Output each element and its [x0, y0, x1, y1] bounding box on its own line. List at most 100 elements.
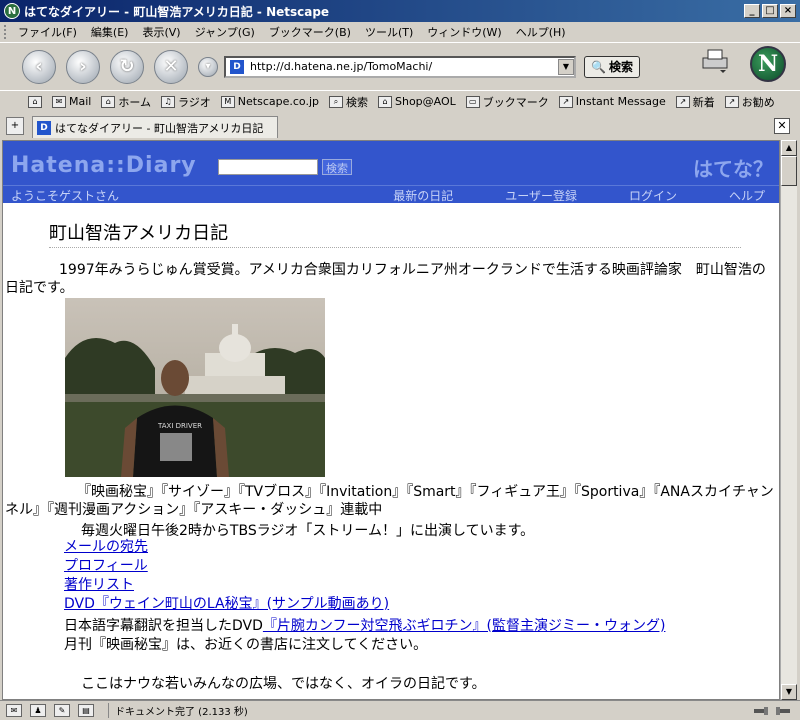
- tab-hatena-diary[interactable]: D はてなダイアリー - 町山智浩アメリカ日記: [32, 116, 278, 138]
- pbar-new[interactable]: ↗ 新着: [675, 94, 715, 110]
- shirt-print-text: TAXI DRIVER: [157, 422, 202, 430]
- close-window-button[interactable]: ×: [780, 4, 796, 18]
- pbar-shop[interactable]: ⌂ Shop@AOL: [378, 95, 456, 108]
- print-icon[interactable]: [700, 48, 730, 74]
- url-history-button[interactable]: ▾: [198, 56, 218, 77]
- headphones-icon: ♫: [161, 95, 176, 108]
- profile-photo: TAXI DRIVER: [65, 298, 325, 477]
- pbar-bookmarks[interactable]: ▭ ブックマーク: [465, 94, 549, 110]
- bookmark-link-icon: ↗: [675, 95, 690, 108]
- netscape-throbber-logo[interactable]: N: [750, 46, 786, 82]
- vertical-scrollbar[interactable]: ▲ ▼: [780, 140, 797, 700]
- home-tab-icon[interactable]: ⌂: [28, 95, 42, 108]
- tab-label: はてなダイアリー - 町山智浩アメリカ日記: [55, 121, 264, 135]
- bookmark-link-icon: ↗: [724, 95, 739, 108]
- status-mail-icon[interactable]: ✉: [6, 704, 22, 717]
- toolbar-grip[interactable]: [4, 25, 10, 39]
- publications-text: 『映画秘宝』『サイゾー』『TVブロス』『Invitation』『Smart』『フ…: [5, 484, 774, 518]
- search-icon: ⌕: [329, 95, 343, 108]
- hatena-search-button[interactable]: 検索: [322, 159, 352, 175]
- menu-file[interactable]: ファイル(F): [18, 24, 77, 40]
- menu-edit[interactable]: 編集(E): [91, 24, 129, 40]
- url-dropdown-icon[interactable]: ▼: [558, 58, 574, 75]
- bookmark-link-icon: ↗: [558, 95, 573, 108]
- status-text: ドキュメント完了 (2.133 秒): [108, 703, 248, 718]
- url-text[interactable]: http://d.hatena.ne.jp/TomoMachi/: [250, 60, 432, 73]
- title-divider: [49, 247, 741, 248]
- my-netscape-icon: M: [220, 95, 235, 108]
- pbar-instant-message[interactable]: ↗ Instant Message: [558, 95, 666, 108]
- dvd-prefix-text: 日本語字幕翻訳を担当したDVD: [64, 618, 263, 634]
- tab-bar: + D はてなダイアリー - 町山智浩アメリカ日記: [0, 114, 800, 138]
- personal-toolbar: ⌂ ✉ Mail ⌂ ホーム ♫ ラジオ M Netscape.co.jp ⌕ 検索 ⌂ S…: [0, 90, 800, 112]
- new-tab-icon[interactable]: +: [6, 117, 24, 135]
- menu-view[interactable]: 表示(V): [142, 24, 180, 40]
- profile-link[interactable]: プロフィール: [64, 557, 389, 576]
- status-aim-icon[interactable]: ♟: [30, 704, 46, 717]
- dvd-la-hihou-link[interactable]: DVD『ウェイン町山のLA秘宝』(サンプル動画あり): [64, 595, 389, 614]
- stop-button[interactable]: ✕: [154, 49, 188, 84]
- menu-go[interactable]: ジャンプ(G): [195, 24, 255, 40]
- pbar-mail[interactable]: ✉ Mail: [52, 95, 91, 108]
- tab-favicon-icon: D: [37, 120, 51, 135]
- house-icon: ⌂: [101, 95, 116, 108]
- hatena-search-input[interactable]: [218, 159, 318, 175]
- menu-bookmarks[interactable]: ブックマーク(B): [269, 24, 351, 40]
- pbar-recommend[interactable]: ↗ お勧め: [724, 94, 775, 110]
- login-link[interactable]: ログイン: [629, 187, 677, 204]
- user-register-link[interactable]: ユーザー登録: [505, 187, 577, 204]
- back-arrow-icon: ‹: [35, 56, 43, 77]
- mail-address-link[interactable]: メールの宛先: [64, 538, 389, 557]
- scroll-thumb[interactable]: [781, 156, 797, 186]
- reload-icon: ↻: [119, 56, 135, 77]
- dvd-subtitle-line: 日本語字幕翻訳を担当したDVD『片腕カンフー対空飛ぶギロチン』(監督主演ジミー・…: [64, 615, 665, 635]
- hatena-subbar: ようこそゲストさん 最新の日記 ユーザー登録 ログイン ヘルプ: [3, 185, 779, 203]
- pbar-radio[interactable]: ♫ ラジオ: [161, 94, 211, 110]
- monthly-magazine-text: 月刊『映画秘宝』は、お近くの書店に注文してください。: [64, 637, 428, 653]
- menu-window[interactable]: ウィンドウ(W): [427, 24, 501, 40]
- welcome-text: ようこそゲストさん: [11, 189, 120, 203]
- stop-icon: ✕: [163, 56, 179, 77]
- menu-tools[interactable]: ツール(T): [365, 24, 413, 40]
- menu-help[interactable]: ヘルプ(H): [516, 24, 566, 40]
- status-composer-icon[interactable]: ✎: [54, 704, 70, 717]
- chevron-down-icon: ▾: [205, 61, 211, 72]
- back-button[interactable]: ‹: [22, 49, 56, 84]
- status-bar: ✉ ♟ ✎ ▤ ドキュメント完了 (2.133 秒): [0, 700, 800, 720]
- shop-icon: ⌂: [378, 95, 392, 108]
- scroll-up-icon[interactable]: ▲: [781, 140, 797, 156]
- hatena-header: Hatena::Diary 検索 はてな？: [3, 141, 779, 185]
- magnifier-icon: 🔍: [591, 59, 606, 74]
- window-title-bar[interactable]: N はてなダイアリー - 町山智浩アメリカ日記 - Netscape _ □ ×: [0, 0, 800, 22]
- latest-diary-link[interactable]: 最新の日記: [393, 187, 453, 204]
- hatena-diary-logo[interactable]: Hatena::Diary: [11, 153, 197, 178]
- pbar-home[interactable]: ⌂ ホーム: [101, 94, 151, 110]
- search-button-label: 検索: [608, 60, 633, 74]
- hatena-search-form: 検索: [218, 159, 352, 175]
- pbar-netscape[interactable]: M Netscape.co.jp: [220, 95, 319, 108]
- pbar-search[interactable]: ⌕ 検索: [329, 94, 368, 110]
- mail-icon: ✉: [52, 95, 66, 108]
- maximize-button[interactable]: □: [762, 4, 778, 18]
- help-link[interactable]: ヘルプ: [729, 187, 765, 204]
- hatena-mark-logo[interactable]: はてな？: [693, 153, 773, 182]
- search-button[interactable]: 🔍 検索: [584, 55, 640, 78]
- connection-status-icon: [754, 707, 790, 715]
- window-title: はてなダイアリー - 町山智浩アメリカ日記 - Netscape: [24, 4, 330, 19]
- navigation-toolbar: ‹ › ↻ ✕ ▾ D http://d.hatena.ne.jp/TomoMa…: [0, 42, 800, 90]
- site-favicon-icon: D: [230, 59, 244, 74]
- works-list-link[interactable]: 著作リスト: [64, 576, 389, 595]
- minimize-button[interactable]: _: [744, 4, 760, 18]
- forward-button[interactable]: ›: [66, 49, 100, 84]
- folder-icon: ▭: [465, 95, 480, 108]
- status-page-icon[interactable]: ▤: [78, 704, 94, 717]
- netscape-app-icon: N: [4, 3, 20, 19]
- page-viewport[interactable]: Hatena::Diary 検索 はてな？ ようこそゲストさん 最新の日記 ユー…: [2, 140, 780, 700]
- close-tab-icon[interactable]: ✕: [774, 118, 790, 134]
- reload-button[interactable]: ↻: [110, 49, 144, 84]
- page-title[interactable]: 町山智浩アメリカ日記: [49, 219, 228, 245]
- dvd-kungfu-link[interactable]: 『片腕カンフー対空飛ぶギロチン』(監督主演ジミー・ウォング): [263, 618, 666, 634]
- scroll-down-icon[interactable]: ▼: [781, 684, 797, 700]
- url-bar[interactable]: D http://d.hatena.ne.jp/TomoMachi/ ▼: [224, 55, 576, 78]
- radio-text: 毎週火曜日午後2時からTBSラジオ「ストリーム！」に出演しています。: [81, 523, 535, 539]
